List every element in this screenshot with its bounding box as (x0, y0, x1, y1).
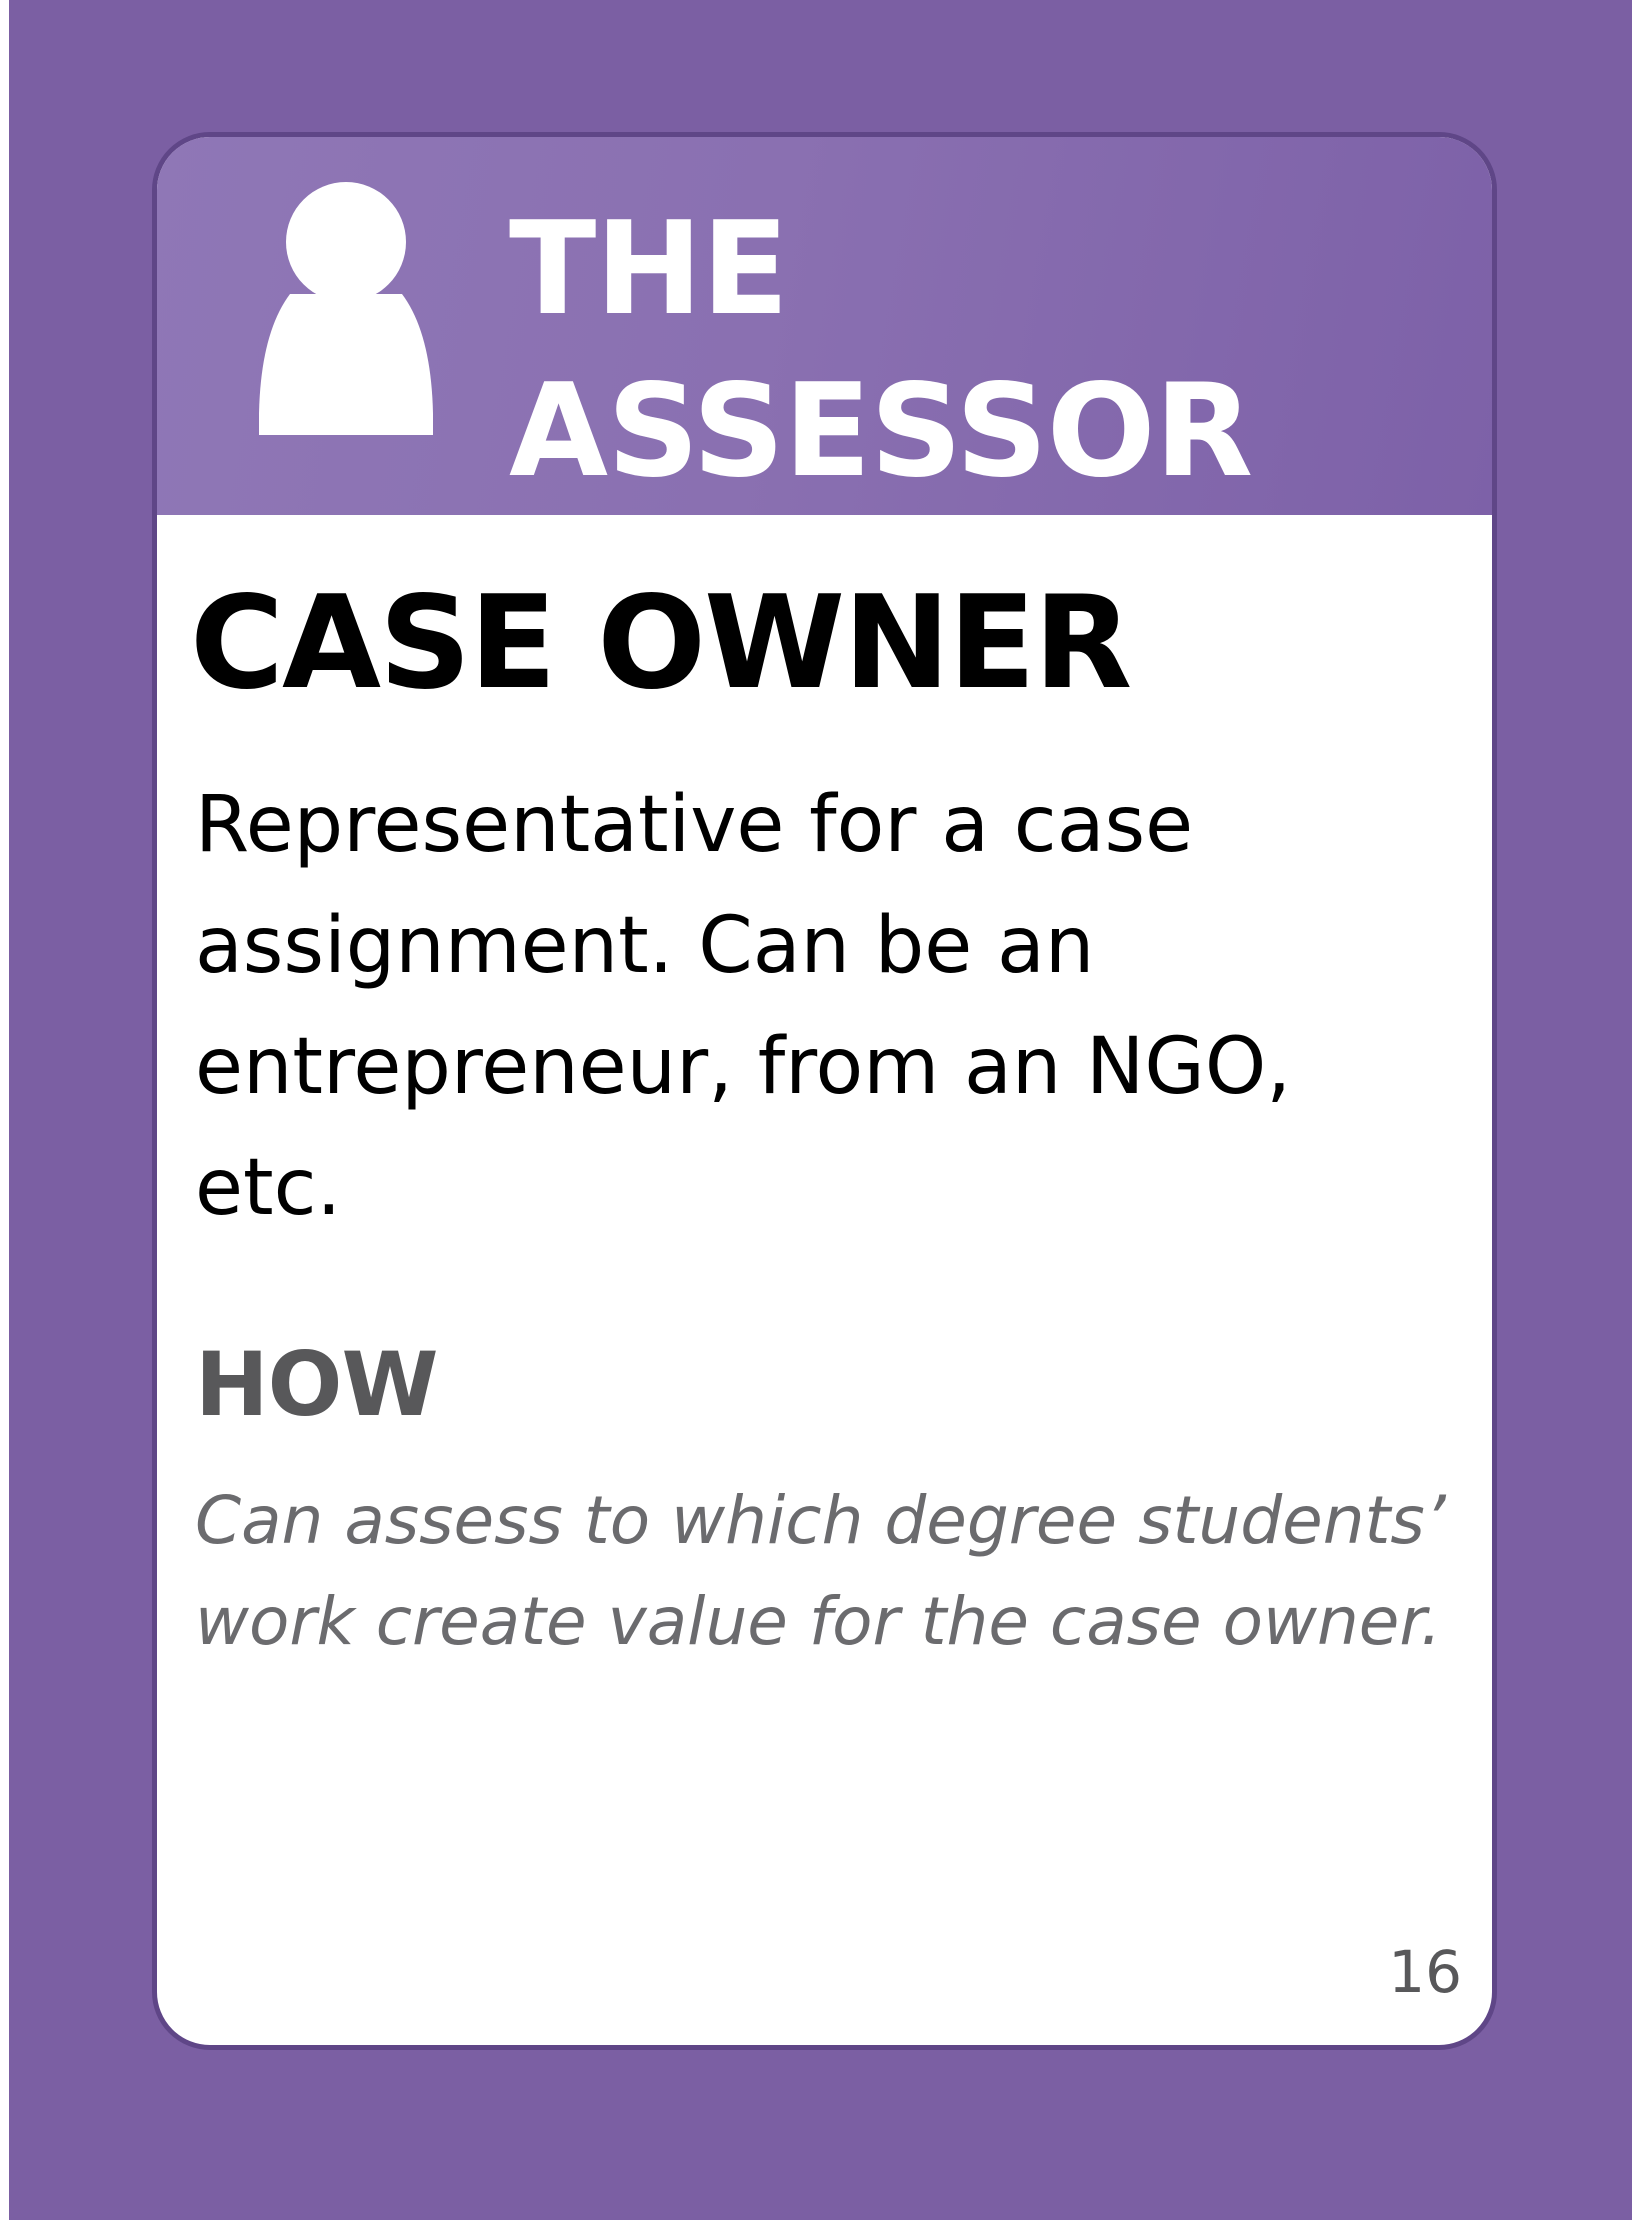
role-card: THE ASSESSOR CASE OWNER Representative f… (152, 132, 1497, 2050)
person-icon (259, 182, 433, 435)
role-description: Representative for a case assignment. Ca… (195, 780, 1292, 1233)
how-heading: HOW (195, 1333, 439, 1436)
category-title-line-1: THE (509, 195, 789, 344)
how-description: Can assess to which degree students’ wor… (195, 1482, 1446, 1660)
card-header: THE ASSESSOR (157, 137, 1492, 515)
role-title: CASE OWNER (190, 569, 1132, 718)
card-number: 16 (1388, 1938, 1462, 2006)
category-title: THE ASSESSOR (509, 189, 1253, 513)
category-title-line-2: ASSESSOR (509, 357, 1253, 506)
left-edge-strip (0, 0, 9, 2220)
